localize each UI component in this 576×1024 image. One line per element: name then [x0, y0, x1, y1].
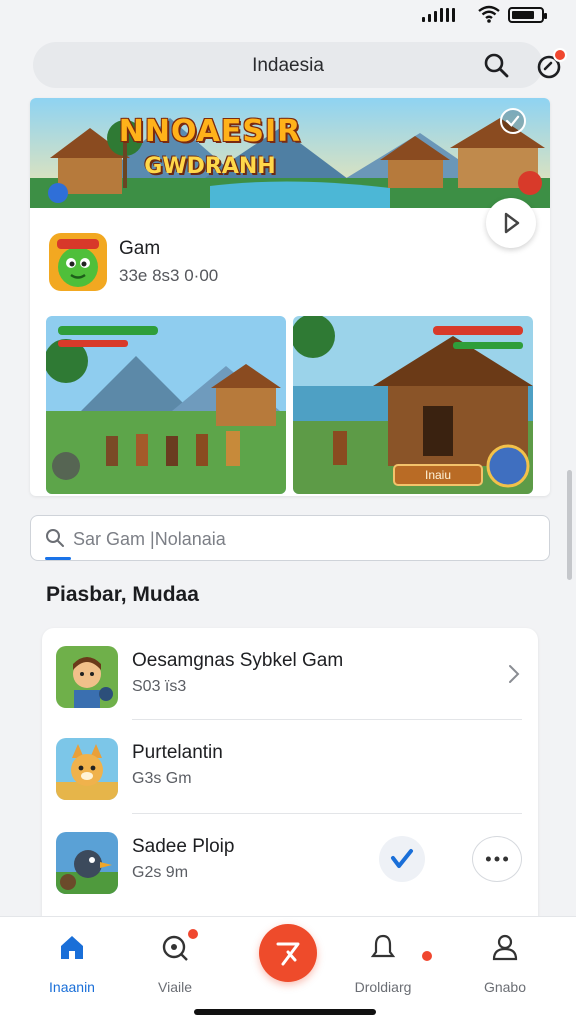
featured-game-card[interactable]: NNOAESIR GWDRANH Gam 33e 8s3 0·00 Inaiu — [30, 98, 550, 496]
nav-item-explore[interactable]: Viaile — [130, 927, 220, 999]
search-input[interactable]: Sar Gam |Nolanaia — [30, 515, 550, 561]
chevron-right-icon[interactable] — [508, 664, 520, 684]
play-icon — [504, 212, 520, 234]
nav-item-home[interactable]: Inaanin — [27, 929, 117, 999]
character-thumb — [56, 646, 118, 708]
battery-icon — [508, 7, 547, 23]
status-bar — [0, 0, 576, 32]
notification-icon — [370, 934, 396, 958]
village-screenshot[interactable] — [46, 316, 286, 494]
section-title: Piasbar, Mudaa — [46, 583, 199, 606]
profile-icon — [492, 934, 518, 961]
search-icon[interactable] — [483, 52, 509, 78]
bird-thumb — [56, 832, 118, 894]
home-indicator[interactable] — [194, 1009, 376, 1015]
notification-badge — [553, 48, 567, 62]
search-icon — [162, 935, 188, 961]
wifi-icon — [478, 5, 500, 23]
page-title: Indaesia — [252, 55, 324, 76]
search-icon — [46, 529, 64, 547]
divider — [132, 813, 522, 814]
play-button[interactable] — [486, 198, 536, 248]
create-button[interactable] — [259, 924, 317, 982]
notification-badge — [420, 949, 434, 963]
game-meta: G3s Gm — [132, 770, 192, 787]
shot-action-button[interactable]: Inaiu — [393, 464, 483, 486]
banner-subtitle: GWDRANH — [144, 154, 276, 179]
nav-item-notifications[interactable]: Droldiarg — [338, 929, 434, 999]
home-icon — [61, 936, 83, 959]
more-icon — [485, 856, 509, 862]
nav-label: Droldiarg — [354, 979, 412, 995]
game-title: Oesamgnas Sybkel Gam — [132, 650, 344, 671]
list-item[interactable]: Purtelantin G3s Gm — [42, 719, 538, 812]
app-name: Gam — [119, 238, 161, 259]
banner-title: NNOAESIR — [118, 114, 302, 149]
game-meta: G2s 9m — [132, 864, 189, 881]
check-icon — [391, 849, 413, 868]
nav-item-profile[interactable]: Gnabo — [460, 929, 550, 999]
check-circle-icon — [500, 108, 526, 134]
notification-badge — [186, 927, 200, 941]
game-meta: S03 ïs3 — [132, 678, 187, 695]
list-item[interactable]: Oesamgnas Sybkel Gam S03 ïs3 — [42, 628, 538, 720]
game-title: Sadee Ploip — [132, 836, 235, 857]
scrollbar[interactable] — [567, 470, 572, 580]
notification-button[interactable] — [535, 48, 567, 80]
check-button[interactable] — [379, 836, 425, 882]
app-icon[interactable] — [49, 233, 107, 291]
nav-label: Viaile — [158, 979, 192, 995]
nav-label: Gnabo — [483, 979, 527, 995]
more-options-button[interactable] — [472, 836, 522, 882]
search-focus-indicator — [45, 557, 71, 560]
app-meta: 33e 8s3 0·00 — [119, 266, 219, 285]
top-search-bar[interactable]: Indaesia — [33, 42, 567, 88]
list-item[interactable]: Sadee Ploip G2s 9m — [42, 813, 538, 906]
game-list: Oesamgnas Sybkel Gam S03 ïs3 Purtelantin… — [42, 628, 538, 928]
divider — [132, 719, 522, 720]
fox-thumb — [56, 738, 118, 800]
signal-icon — [422, 8, 455, 22]
search-placeholder: Sar Gam |Nolanaia — [73, 529, 226, 549]
hut-screenshot[interactable]: Inaiu — [293, 316, 533, 494]
game-title: Purtelantin — [132, 742, 223, 763]
create-icon — [276, 942, 300, 966]
nav-label: Inaanin — [49, 979, 95, 995]
